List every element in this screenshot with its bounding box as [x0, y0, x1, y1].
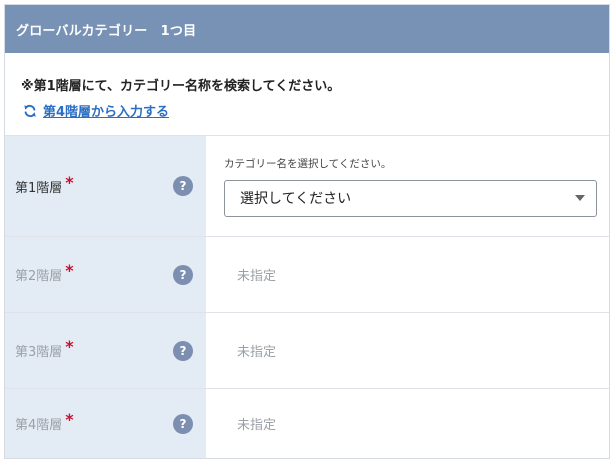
level-1-hint: カテゴリー名を選択してください。: [224, 157, 392, 170]
level-2-label: 第2階層: [15, 269, 63, 284]
level-row-3: 第3階層 * ? 未指定: [5, 313, 609, 389]
level-3-label-cell: 第3階層 * ?: [5, 313, 206, 388]
switch-link-label[interactable]: 第4階層から入力する: [43, 101, 169, 120]
help-icon[interactable]: ?: [173, 340, 193, 361]
panel-header: グローバルカテゴリー 1つ目: [5, 5, 609, 53]
required-mark: *: [65, 410, 74, 429]
required-mark: *: [65, 261, 74, 280]
level-4-label-cell: 第4階層 * ?: [5, 389, 206, 458]
level-1-field: カテゴリー名を選択してください。 選択してください: [206, 136, 609, 236]
level-row-4: 第4階層 * ? 未指定: [5, 389, 609, 458]
notice-section: ※第1階層にて、カテゴリー名称を検索してください。 第4階層から入力する: [5, 53, 609, 136]
notice-text: ※第1階層にて、カテゴリー名称を検索してください。: [21, 79, 341, 94]
required-mark: *: [65, 337, 74, 356]
level-3-value: 未指定: [237, 345, 277, 360]
level-row-1: 第1階層 * ? カテゴリー名を選択してください。 選択してください: [5, 136, 609, 237]
required-mark: *: [65, 172, 74, 192]
level-1-select[interactable]: 選択してください: [224, 179, 597, 217]
panel-title: グローバルカテゴリー 1つ目: [16, 23, 197, 39]
refresh-icon: [21, 102, 39, 120]
level-1-label: 第1階層: [15, 180, 63, 196]
level-2-value: 未指定: [237, 269, 277, 284]
level-2-field: 未指定: [206, 237, 609, 312]
level-4-field: 未指定: [206, 389, 609, 458]
level-1-select-value: 選択してください: [240, 191, 352, 207]
level-3-field: 未指定: [206, 313, 609, 388]
help-icon[interactable]: ?: [173, 264, 193, 285]
chevron-down-icon: [575, 195, 585, 201]
help-icon[interactable]: ?: [173, 413, 193, 434]
help-icon[interactable]: ?: [173, 176, 193, 196]
level-4-label: 第4階層: [15, 418, 63, 433]
level-3-label: 第3階層: [15, 345, 63, 360]
switch-to-level4-link[interactable]: 第4階層から入力する: [21, 101, 609, 120]
level-row-2: 第2階層 * ? 未指定: [5, 237, 609, 313]
level-4-value: 未指定: [237, 418, 277, 433]
level-1-label-cell: 第1階層 * ?: [5, 136, 206, 236]
level-2-label-cell: 第2階層 * ?: [5, 237, 206, 312]
global-category-panel: グローバルカテゴリー 1つ目 ※第1階層にて、カテゴリー名称を検索してください。…: [4, 4, 610, 459]
